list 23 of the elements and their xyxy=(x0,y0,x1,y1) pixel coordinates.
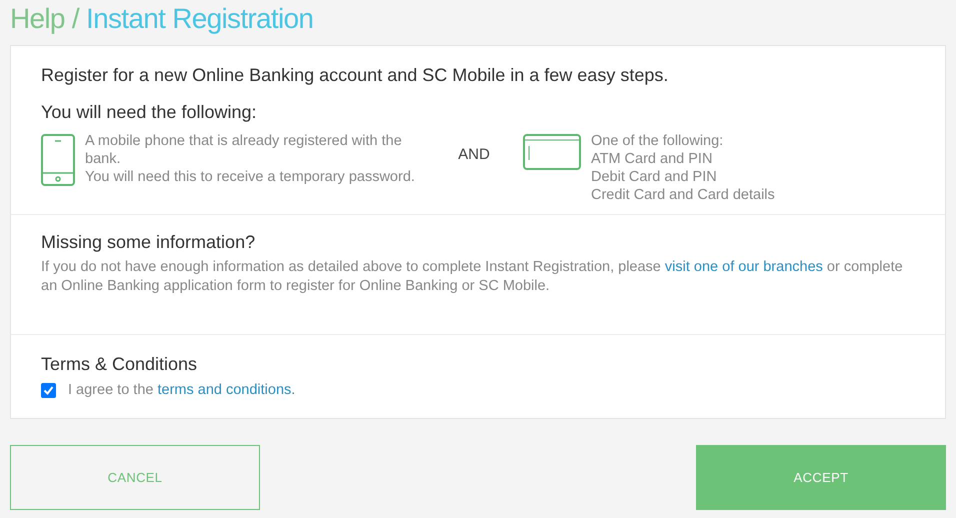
section-heading: You will need the following: xyxy=(41,101,258,124)
check-icon xyxy=(43,385,54,396)
and-label: AND xyxy=(457,145,491,165)
missing-info-text: If you do not have enough information as detailed above to complete Instant Registration, please visit one of our branches or complete an Online Banking application form to register for Online Banking or SC Mobile. xyxy=(41,258,904,296)
branches-link[interactable]: visit one of our branches xyxy=(664,259,823,275)
agree-checkbox[interactable] xyxy=(41,383,56,398)
breadcrumb-parent[interactable]: Help / xyxy=(10,3,86,34)
card-icon xyxy=(523,134,581,170)
intro-text: Register for a new Online Banking account and SC Mobile in a few easy steps. xyxy=(41,64,670,87)
section-heading: Missing some information? xyxy=(41,231,256,254)
requirement-text: ATM Card and PIN xyxy=(591,150,714,168)
requirement-text: Debit Card and PIN xyxy=(591,168,718,186)
section-heading: Terms & Conditions xyxy=(41,353,198,376)
phone-icon xyxy=(41,134,75,186)
agree-text: I agree to the terms and conditions. xyxy=(68,381,296,400)
cancel-button[interactable]: CANCEL xyxy=(10,444,260,510)
requirement-text: A mobile phone that is already registered with the bank. xyxy=(85,132,403,168)
accept-button[interactable]: ACCEPT xyxy=(696,444,946,510)
page-title: Instant Registration xyxy=(86,3,314,34)
terms-link[interactable]: terms and conditions. xyxy=(157,382,296,398)
requirement-text: You will need this to receive a temporary password. xyxy=(85,168,416,186)
requirement-text: One of the following: xyxy=(591,132,724,150)
requirement-text: Credit Card and Card details xyxy=(591,186,776,204)
